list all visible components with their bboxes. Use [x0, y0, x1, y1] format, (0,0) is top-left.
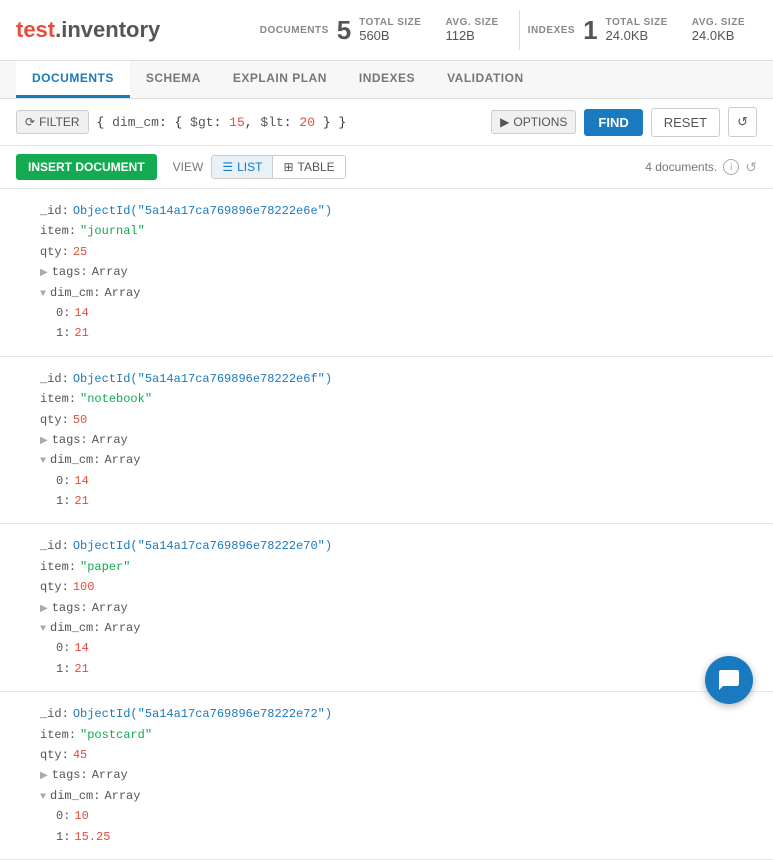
- indexes-label: INDEXES: [528, 25, 575, 36]
- list-icon: ☰: [222, 160, 233, 174]
- expand-tags-icon[interactable]: ▶: [40, 601, 48, 618]
- doc-qty-field: qty: 100: [40, 577, 757, 597]
- logo-test: test: [16, 17, 55, 42]
- doc-dimcm-field: ▼dim_cm: Array: [40, 283, 757, 303]
- documents-total-size: TOTAL SIZE 560B: [359, 17, 421, 43]
- doc-dimcm-field: ▼dim_cm: Array: [40, 618, 757, 638]
- doc-qty-field: qty: 25: [40, 242, 757, 262]
- doc-id-field: _id: ObjectId("5a14a17ca769896e78222e6f"…: [40, 369, 757, 389]
- action-bar: INSERT DOCUMENT VIEW ☰ LIST ⊞ TABLE 4 do…: [0, 146, 773, 189]
- document-count: 4 documents. i ↺: [645, 159, 757, 176]
- view-toggle: ☰ LIST ⊞ TABLE: [211, 155, 345, 179]
- doc-dim0-field: 0: 14: [56, 303, 757, 323]
- options-button[interactable]: ▶ OPTIONS: [491, 110, 576, 134]
- list-label: LIST: [237, 160, 262, 174]
- expand-tags-icon[interactable]: ▶: [40, 433, 48, 450]
- indexes-total-size: TOTAL SIZE 24.0KB: [606, 17, 668, 43]
- indexes-sizes: TOTAL SIZE 24.0KB AVG. SIZE 24.0KB: [606, 17, 745, 43]
- filter-label: FILTER: [39, 115, 79, 129]
- doc-dim0-field: 0: 14: [56, 638, 757, 658]
- filter-bar: ⟳ FILTER { dim_cm: { $gt: 15, $lt: 20 } …: [0, 99, 773, 146]
- doc-item-field: item: "journal": [40, 221, 757, 241]
- chevron-right-icon: ▶: [500, 115, 509, 129]
- doc-tags-field: ▶tags: Array: [40, 430, 757, 450]
- document-card: _id: ObjectId("5a14a17ca769896e78222e70"…: [0, 524, 773, 692]
- documents-stat-group: DOCUMENTS 5 TOTAL SIZE 560B AVG. SIZE 11…: [260, 15, 499, 46]
- tab-indexes[interactable]: INDEXES: [343, 61, 431, 98]
- collapse-dimcm-icon[interactable]: ▼: [40, 453, 46, 470]
- doc-dim1-field: 1: 15.25: [56, 827, 757, 847]
- doc-qty-field: qty: 50: [40, 410, 757, 430]
- doc-dimcm-field: ▼dim_cm: Array: [40, 450, 757, 470]
- doc-tags-field: ▶tags: Array: [40, 765, 757, 785]
- doc-id-field: _id: ObjectId("5a14a17ca769896e78222e6e"…: [40, 201, 757, 221]
- table-icon: ⊞: [283, 160, 293, 174]
- doc-tags-field: ▶tags: Array: [40, 262, 757, 282]
- chat-icon: [717, 668, 741, 692]
- doc-dim0-field: 0: 14: [56, 471, 757, 491]
- insert-document-button[interactable]: INSERT DOCUMENT: [16, 154, 157, 180]
- filter-button[interactable]: ⟳ FILTER: [16, 110, 89, 134]
- doc-id-field: _id: ObjectId("5a14a17ca769896e78222e72"…: [40, 704, 757, 724]
- refresh-icon[interactable]: ↺: [745, 159, 757, 176]
- expand-tags-icon[interactable]: ▶: [40, 265, 48, 282]
- history-button[interactable]: ↺: [728, 107, 757, 137]
- doc-dim1-field: 1: 21: [56, 323, 757, 343]
- view-label: VIEW: [173, 160, 204, 174]
- collapse-dimcm-icon[interactable]: ▼: [40, 286, 46, 303]
- collapse-dimcm-icon[interactable]: ▼: [40, 621, 46, 638]
- doc-dim0-field: 0: 10: [56, 806, 757, 826]
- doc-item-field: item: "notebook": [40, 389, 757, 409]
- doc-dim1-field: 1: 21: [56, 659, 757, 679]
- doc-tags-field: ▶tags: Array: [40, 598, 757, 618]
- doc-item-field: item: "paper": [40, 557, 757, 577]
- document-card: _id: ObjectId("5a14a17ca769896e78222e72"…: [0, 692, 773, 860]
- doc-item-field: item: "postcard": [40, 725, 757, 745]
- tab-schema[interactable]: SCHEMA: [130, 61, 217, 98]
- filter-icon: ⟳: [25, 115, 35, 129]
- document-card: _id: ObjectId("5a14a17ca769896e78222e6e"…: [0, 189, 773, 357]
- tab-documents[interactable]: DOCUMENTS: [16, 61, 130, 98]
- tab-validation[interactable]: VALIDATION: [431, 61, 540, 98]
- info-icon[interactable]: i: [723, 159, 739, 175]
- documents-avg-size: AVG. SIZE 112B: [445, 17, 498, 43]
- doc-qty-field: qty: 45: [40, 745, 757, 765]
- header-divider: [519, 10, 520, 50]
- doc-dim1-field: 1: 21: [56, 491, 757, 511]
- app-logo[interactable]: test.inventory: [16, 17, 160, 43]
- doc-count-text: 4 documents.: [645, 160, 717, 174]
- documents-count: 5: [337, 15, 351, 46]
- doc-dimcm-field: ▼dim_cm: Array: [40, 786, 757, 806]
- documents-list: _id: ObjectId("5a14a17ca769896e78222e6e"…: [0, 189, 773, 860]
- table-label: TABLE: [298, 160, 335, 174]
- header: test.inventory DOCUMENTS 5 TOTAL SIZE 56…: [0, 0, 773, 61]
- view-table-option[interactable]: ⊞ TABLE: [273, 156, 344, 178]
- documents-sizes: TOTAL SIZE 560B AVG. SIZE 112B: [359, 17, 498, 43]
- indexes-avg-size: AVG. SIZE 24.0KB: [692, 17, 745, 43]
- options-label: OPTIONS: [513, 115, 567, 129]
- filter-query-text: { dim_cm: { $gt: 15, $lt: 20 } }: [97, 115, 347, 130]
- document-card: _id: ObjectId("5a14a17ca769896e78222e6f"…: [0, 357, 773, 525]
- find-button[interactable]: FIND: [584, 109, 642, 136]
- indexes-count: 1: [583, 15, 597, 46]
- doc-id-field: _id: ObjectId("5a14a17ca769896e78222e70"…: [40, 536, 757, 556]
- logo-rest: .inventory: [55, 17, 160, 42]
- reset-button[interactable]: RESET: [651, 108, 720, 137]
- tabs-bar: DOCUMENTS SCHEMA EXPLAIN PLAN INDEXES VA…: [0, 61, 773, 99]
- tab-explain-plan[interactable]: EXPLAIN PLAN: [217, 61, 343, 98]
- documents-label: DOCUMENTS: [260, 25, 329, 36]
- collapse-dimcm-icon[interactable]: ▼: [40, 789, 46, 806]
- filter-query-area[interactable]: { dim_cm: { $gt: 15, $lt: 20 } }: [97, 115, 484, 130]
- view-list-option[interactable]: ☰ LIST: [212, 156, 273, 178]
- expand-tags-icon[interactable]: ▶: [40, 768, 48, 785]
- indexes-stat-group: INDEXES 1 TOTAL SIZE 24.0KB AVG. SIZE 24…: [528, 15, 745, 46]
- chat-bubble-button[interactable]: [705, 656, 753, 704]
